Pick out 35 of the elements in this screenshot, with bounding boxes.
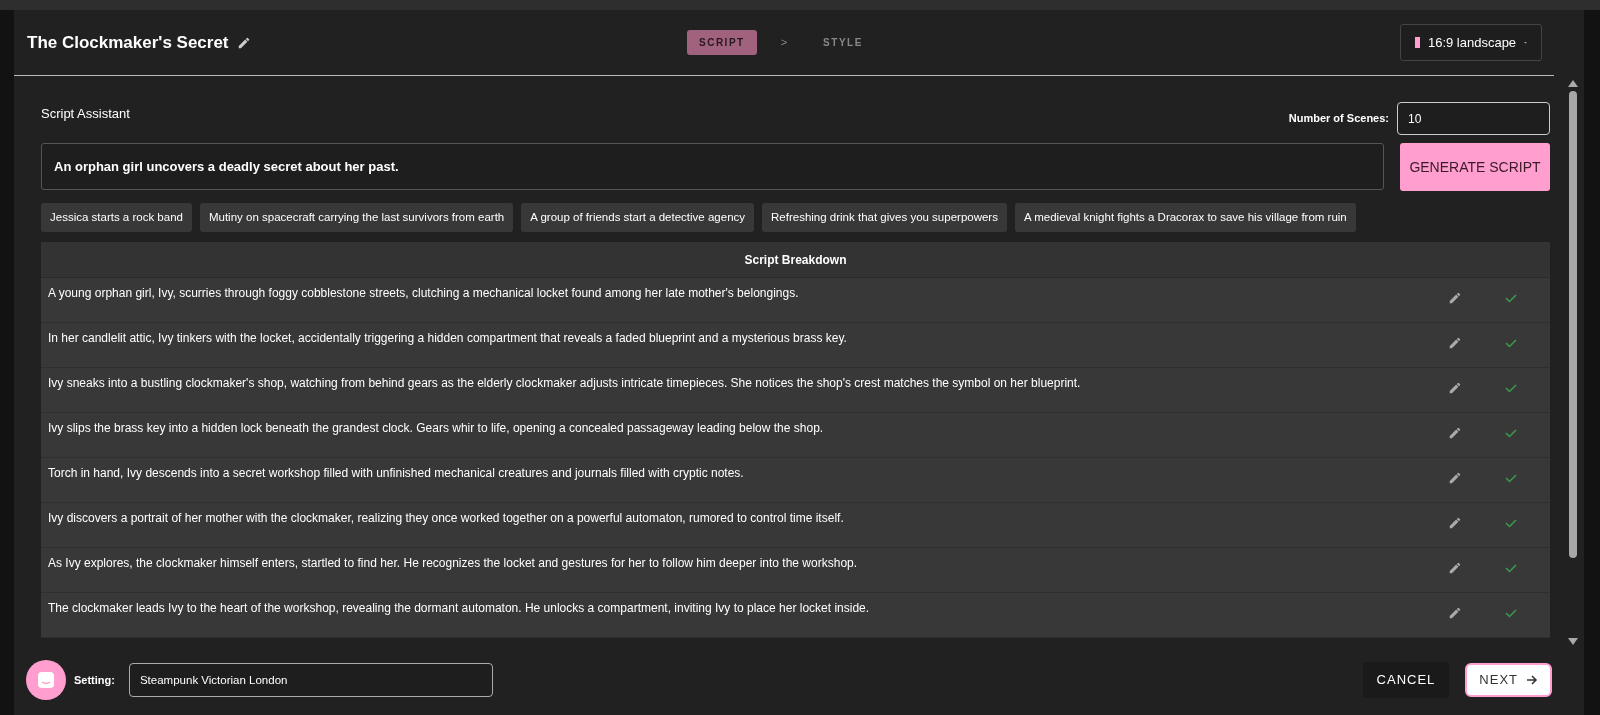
aspect-ratio-dropdown[interactable]: 16:9 landscape bbox=[1400, 23, 1542, 62]
scrollbar-thumb[interactable] bbox=[1569, 91, 1577, 558]
suggestion-chip[interactable]: Mutiny on spacecraft carrying the last survivors from earth bbox=[199, 203, 514, 233]
chat-launcher[interactable] bbox=[26, 660, 66, 700]
arrow-right-icon bbox=[1526, 674, 1538, 686]
step-separator: > bbox=[780, 35, 788, 51]
scene-text: In her candlelit attic, Ivy tinkers with the locket, accidentally triggering a hidden compartment that reveals a faded blueprint and a mysterious brass key. bbox=[47, 330, 848, 348]
scroll-up-icon[interactable] bbox=[1568, 80, 1578, 87]
scene-text: A young orphan girl, Ivy, scurries through foggy cobblestone streets, clutching a mechanical locket found among her late mother's belongings. bbox=[47, 285, 800, 303]
scene-text: Ivy sneaks into a bustling clockmaker's shop, watching from behind gears as the elderly clockmaker adjusts intricate timepieces. She notices the shop's crest matches the symbol on her blueprint. bbox=[47, 375, 1082, 393]
scene-text: Torch in hand, Ivy descends into a secret workshop filled with unfinished mechanical creatures and journals filled with cryptic notes. bbox=[47, 465, 745, 483]
scroll-down-icon[interactable] bbox=[1568, 638, 1578, 645]
suggestion-chip[interactable]: Jessica starts a rock band bbox=[41, 203, 192, 233]
next-button[interactable]: NEXT bbox=[1465, 663, 1552, 697]
project-title: The Clockmaker's Secret bbox=[27, 31, 229, 54]
suggestion-chip[interactable]: Refreshing drink that gives you superpowers bbox=[762, 203, 1007, 233]
suggestion-chip[interactable]: A medieval knight fights a Dracorax to save his village from ruin bbox=[1014, 203, 1356, 233]
generate-script-button[interactable]: GENERATE SCRIPT bbox=[1400, 143, 1550, 191]
step-tab[interactable]: STYLE bbox=[811, 30, 875, 55]
section-title: Script Assistant bbox=[41, 105, 130, 123]
setting-input[interactable]: Steampunk Victorian London bbox=[128, 663, 493, 697]
chat-icon bbox=[37, 671, 55, 689]
scene-text: Ivy slips the brass key into a hidden lock beneath the grandest clock. Gears whir to life, opening a concealed passageway leading below the shop. bbox=[47, 420, 825, 438]
step-tab[interactable]: SCRIPT bbox=[687, 30, 757, 55]
table-heading: Script Breakdown bbox=[41, 242, 1550, 279]
scenes-label: Number of Scenes: bbox=[1288, 111, 1389, 127]
scene-text: As Ivy explores, the clockmaker himself enters, startled to find her. He recognizes the locket and gestures for her to follow him deeper into the workshop. bbox=[47, 555, 859, 573]
scene-text: Ivy discovers a portrait of her mother with the clockmaker, realizing they once worked together on a powerful automaton, rumored to control time itself. bbox=[47, 510, 845, 528]
setting-label: Setting: bbox=[74, 672, 115, 688]
suggestion-chip[interactable]: A group of friends start a detective agency bbox=[521, 203, 755, 233]
prompt-input[interactable]: An orphan girl uncovers a deadly secret about her past. bbox=[41, 143, 1384, 190]
pencil-icon[interactable] bbox=[236, 35, 251, 50]
scene-text: The clockmaker leads Ivy to the heart of the workshop, revealing the dormant automaton. He unlocks a compartment, inviting Ivy to place her locket inside. bbox=[47, 600, 871, 618]
cancel-button[interactable]: CANCEL bbox=[1362, 662, 1450, 698]
scenes-input[interactable]: 10 bbox=[1397, 102, 1550, 135]
